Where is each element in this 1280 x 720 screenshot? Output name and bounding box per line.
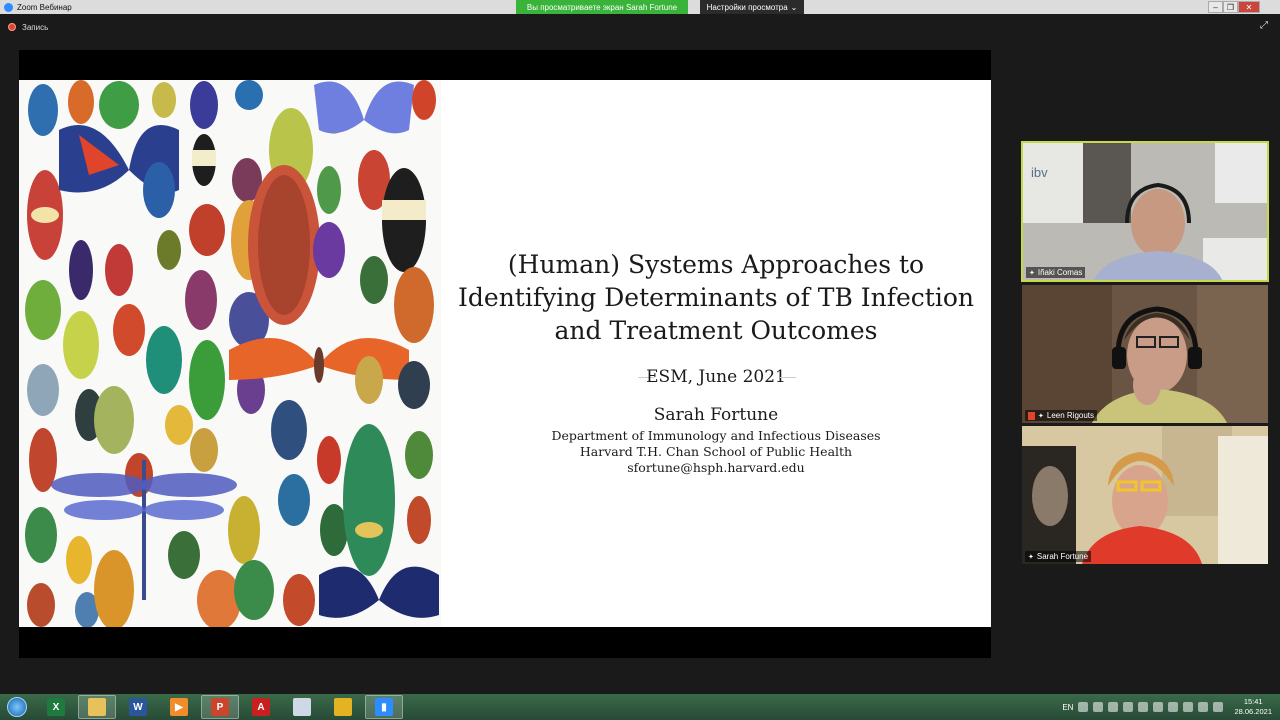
bluetooth-tray-icon[interactable] [1138,702,1149,712]
participant-name-tag: ✦ Sarah Fortune [1025,551,1092,562]
window-controls: – ❐ ✕ [1208,1,1260,13]
system-tray: EN 15:41 28.06.2021 [1062,694,1280,720]
minimize-button[interactable]: – [1208,1,1223,13]
participant-name-tag: ✦ Iñaki Comas [1026,267,1086,278]
shared-screen: (Human) Systems Approaches to Identifyin… [19,50,991,658]
affiliation-line: Department of Immunology and Infectious … [551,428,881,443]
record-icon [8,23,16,31]
title-bar: Zoom Вебинар Вы просматриваете экран Sar… [0,0,1280,14]
recording-label: Запись [22,22,49,32]
notepad-icon [293,698,311,716]
wall-sign-text: ibv [1031,165,1048,180]
update-tray-icon[interactable] [1153,702,1164,712]
clock-time: 15:41 [1243,697,1263,706]
chevron-down-icon: ⌄ [790,2,798,12]
participant-name-tag: ✦ Leen Rigouts [1025,410,1098,421]
volume-tray-icon[interactable] [1198,702,1209,712]
taskbar-app-button[interactable]: P [201,695,239,719]
taskbar-app-button[interactable]: X [37,695,75,719]
slide-event-text: ESM, June 2021 [646,367,786,387]
windows-logo-icon [7,697,27,717]
zoom-icon: ▮ [375,698,393,716]
power-tray-icon[interactable] [1213,702,1224,712]
display-tray-icon[interactable] [1183,702,1194,712]
taskbar-app-button[interactable]: A [242,695,280,719]
folder-icon [88,698,106,716]
taskbar-app-button[interactable] [78,695,116,719]
close-button[interactable]: ✕ [1238,1,1260,13]
affiliation-line: Harvard T.H. Chan School of Public Healt… [579,444,853,459]
participant-name: Iñaki Comas [1037,268,1083,277]
participant-video-sarah-fortune[interactable]: ✦ Sarah Fortune [1022,426,1268,564]
taskbar-app-button[interactable] [283,695,321,719]
slide-content: (Human) Systems Approaches to Identifyin… [441,80,991,627]
slide-title-line: and Treatment Outcomes [554,316,878,345]
slide-affiliation: Department of Immunology and Infectious … [441,428,991,476]
participant-name: Sarah Fortune [1036,552,1089,561]
antivirus-tray-icon[interactable] [1078,702,1089,712]
pin-icon: ✦ [1038,412,1044,420]
media-player-icon: ▶ [170,698,188,716]
powerpoint-icon: P [211,698,229,716]
fullscreen-icon[interactable]: ⤢ [1260,20,1268,31]
app-title-text: Zoom Вебинар [17,2,72,12]
system-clock[interactable]: 15:41 28.06.2021 [1234,697,1272,717]
clock-date: 28.06.2021 [1234,707,1272,716]
zoom-webinar-window: Zoom Вебинар Вы просматриваете экран Sar… [0,0,1280,720]
presentation-slide: (Human) Systems Approaches to Identifyin… [19,80,991,627]
participant-name: Leen Rigouts [1046,411,1095,420]
zoom-logo-icon [4,2,13,12]
taskbar-app-button[interactable]: W [119,695,157,719]
insect-collection-image [19,80,441,627]
taskbar-app-button[interactable]: ▮ [365,695,403,719]
slide-title-line: (Human) Systems Approaches to [507,250,925,279]
pdf-icon: A [252,698,270,716]
app-title: Zoom Вебинар [0,2,220,12]
settings-tray-icon[interactable] [1123,702,1134,712]
screen-share-banner: Вы просматриваете экран Sarah Fortune [516,0,688,14]
share-banner-text: Вы просматриваете экран Sarah Fortune [526,2,678,12]
pin-icon: ✦ [1029,269,1035,277]
affiliation-line: sfortune@hsph.harvard.edu [627,460,805,475]
view-options-button[interactable]: Настройки просмотра ⌄ [700,0,804,14]
insect-collection-illustration [19,80,441,627]
recording-bar: Запись ⤢ [0,14,1280,40]
chrome-icon [334,698,352,716]
security-tray-icon[interactable] [1168,702,1179,712]
start-button[interactable] [0,694,34,720]
windows-taskbar: X W ▶ P A ▮ EN 15:41 28.06.2021 [0,694,1280,720]
slide-title: (Human) Systems Approaches to Identifyin… [441,248,991,347]
recording-indicator[interactable]: Запись [0,23,48,32]
taskbar-apps: X W ▶ P A ▮ [34,695,403,719]
excel-icon: X [47,698,65,716]
slide-author: Sarah Fortune [653,405,779,425]
mic-muted-icon [1028,411,1035,420]
word-icon: W [129,698,147,716]
view-options-label: Настройки просмотра [706,2,788,12]
sync-tray-icon[interactable] [1093,702,1104,712]
participant-video-frame [1022,285,1268,423]
pin-icon: ✦ [1028,553,1034,561]
restore-button[interactable]: ❐ [1223,1,1238,13]
taskbar-app-button[interactable]: ▶ [160,695,198,719]
language-indicator[interactable]: EN [1062,703,1073,712]
network-tray-icon[interactable] [1108,702,1119,712]
participant-video-frame [1022,426,1268,564]
slide-title-line: Identifying Determinants of TB Infection [458,283,974,312]
participant-video-inaki-comas[interactable]: ibv ✦ Iñaki Comas [1021,141,1269,282]
taskbar-app-button[interactable] [324,695,362,719]
event-divider [780,377,796,378]
slide-event: ESM, June 2021 [441,367,991,387]
participant-video-leen-rigouts[interactable]: ✦ Leen Rigouts [1022,285,1268,423]
participant-video-frame: ibv [1023,143,1267,280]
